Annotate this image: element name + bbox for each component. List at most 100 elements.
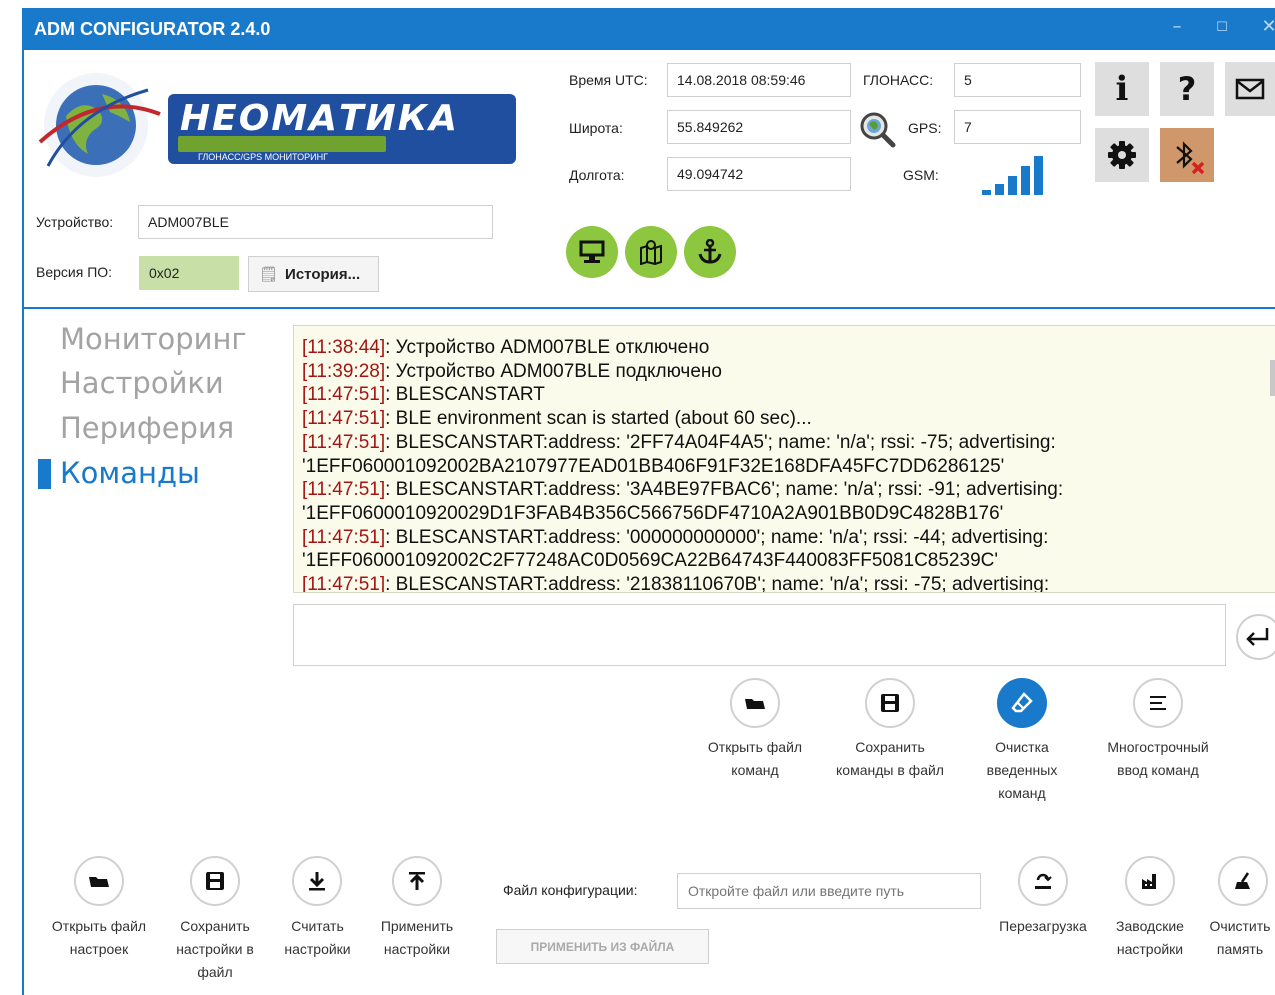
- bluetooth-disconnected-icon: [1176, 141, 1205, 175]
- latitude-field: 55.849262: [667, 110, 851, 144]
- gps-field: 7: [954, 110, 1081, 144]
- multiline-icon: [1150, 696, 1166, 710]
- open-settings-file-button[interactable]: [74, 856, 124, 906]
- nav-settings[interactable]: Настройки: [60, 366, 224, 400]
- title-bar: ADM CONFIGURATOR 2.4.0 – ☐ ✕: [22, 8, 1275, 50]
- factory-reset-button[interactable]: [1125, 856, 1175, 906]
- utc-label: Время UTC:: [569, 72, 648, 88]
- history-button-label: История...: [285, 265, 361, 283]
- header-separator: [24, 307, 1275, 309]
- read-settings-button[interactable]: [292, 856, 342, 906]
- floppy-disk-icon: [206, 872, 224, 890]
- log-line: [11:47:51]: BLESCANSTART:address: '21838…: [302, 574, 1050, 593]
- command-input[interactable]: [293, 604, 1226, 666]
- save-settings-file-button[interactable]: [190, 856, 240, 906]
- document-icon: 🗒: [259, 265, 279, 283]
- apply-settings-label: Применить настройки: [380, 918, 454, 957]
- device-label: Устройство:: [36, 214, 114, 230]
- anchor-button[interactable]: [684, 226, 736, 278]
- reboot-button[interactable]: [1018, 856, 1068, 906]
- log-line: [11:47:51]: BLESCANSTART: [302, 384, 545, 406]
- info-button[interactable]: i: [1095, 62, 1149, 116]
- latitude-label: Широта:: [569, 120, 623, 136]
- glonass-field: 5: [954, 63, 1081, 97]
- apply-settings-button[interactable]: [392, 856, 442, 906]
- longitude-label: Долгота:: [569, 167, 625, 183]
- minimize-button[interactable]: –: [1162, 16, 1192, 37]
- clear-memory-label: Очистить память: [1209, 918, 1271, 957]
- save-settings-file-label: Сохранить настройки в файл: [176, 918, 254, 980]
- map-icon: [640, 240, 662, 265]
- logo-brand: НЕОМАТИКА: [180, 98, 459, 139]
- gsm-label: GSM:: [903, 167, 939, 183]
- longitude-field: 49.094742: [667, 157, 851, 191]
- window-title: ADM CONFIGURATOR 2.4.0: [34, 19, 271, 39]
- nav-commands[interactable]: Команды: [60, 456, 200, 490]
- reboot-icon: [1035, 873, 1052, 889]
- open-commands-file-label: Открыть файл команд: [707, 739, 803, 778]
- enter-icon: [1246, 628, 1269, 646]
- utc-field: 14.08.2018 08:59:46: [667, 63, 851, 97]
- console-log[interactable]: [11:38:44]: Устройство ADM007BLE отключе…: [293, 325, 1275, 593]
- nav-monitoring[interactable]: Мониторинг: [60, 322, 247, 356]
- config-file-input[interactable]: [677, 873, 981, 909]
- map-button[interactable]: [625, 226, 677, 278]
- upload-icon: [409, 872, 425, 890]
- open-commands-file-button[interactable]: [730, 678, 780, 728]
- apply-from-file-button[interactable]: ПРИМЕНИТЬ ИЗ ФАЙЛА: [496, 929, 709, 964]
- mail-icon: [1235, 78, 1265, 100]
- gear-icon: [1108, 141, 1136, 169]
- download-icon: [309, 872, 325, 891]
- neomatika-logo: НЕОМАТИКА ГЛОНАСС/GPS МОНИТОРИНГ: [38, 70, 518, 180]
- map-search-icon[interactable]: [857, 109, 897, 153]
- clear-commands-button[interactable]: [997, 678, 1047, 728]
- logo-tagline: ГЛОНАСС/GPS МОНИТОРИНГ: [198, 152, 328, 162]
- eraser-icon: [1011, 692, 1033, 713]
- log-line: [11:47:51]: BLESCANSTART:address: '2FF74…: [302, 431, 1056, 453]
- broom-icon: [1235, 872, 1250, 889]
- log-line: '1EFF060001092002C2F77248AC0D0569CA22B64…: [302, 550, 998, 572]
- nav-active-indicator: [38, 459, 51, 489]
- send-command-button[interactable]: [1236, 614, 1275, 660]
- firmware-label: Версия ПО:: [36, 264, 113, 280]
- config-file-label: Файл конфигурации:: [503, 882, 638, 898]
- device-field[interactable]: ADM007BLE: [138, 205, 493, 239]
- log-line: [11:39:28]: Устройство ADM007BLE подключ…: [302, 360, 722, 382]
- log-line: '1EFF060001092002BA2107977EAD01BB406F91F…: [302, 455, 1005, 477]
- factory-icon: [1142, 874, 1156, 889]
- multiline-input-button[interactable]: [1133, 678, 1183, 728]
- gsm-signal-icon: [982, 154, 1054, 200]
- open-settings-file-label: Открыть файл настроек: [51, 918, 147, 957]
- log-line: [11:47:51]: BLE environment scan is star…: [302, 408, 812, 430]
- anchor-icon: [698, 239, 722, 264]
- log-line: [11:47:51]: BLESCANSTART:address: '00000…: [302, 526, 1049, 548]
- settings-button[interactable]: [1095, 128, 1149, 182]
- history-button[interactable]: 🗒 История...: [248, 256, 379, 292]
- gps-label: GPS:: [908, 120, 942, 136]
- factory-reset-label: Заводские настройки: [1116, 918, 1184, 957]
- reboot-label: Перезагрузка: [999, 918, 1087, 934]
- floppy-disk-icon: [881, 694, 899, 712]
- help-icon: ?: [1177, 70, 1197, 108]
- console-scrollbar[interactable]: [1270, 360, 1275, 396]
- bluetooth-button[interactable]: [1160, 128, 1214, 182]
- log-line: [11:38:44]: Устройство ADM007BLE отключе…: [302, 337, 710, 358]
- monitor-icon: [579, 240, 605, 263]
- read-settings-label: Считать настройки: [284, 918, 351, 957]
- multiline-input-label: Многострочный ввод команд: [1107, 739, 1209, 778]
- log-line: '1EFF0600010920029D1F3FAB4B356C566756DF4…: [302, 502, 1004, 524]
- clear-memory-button[interactable]: [1218, 856, 1268, 906]
- mail-button[interactable]: [1225, 62, 1275, 116]
- firmware-field: 0x02: [139, 256, 239, 290]
- log-line: [11:47:51]: BLESCANSTART:address: '3A4BE…: [302, 479, 1064, 501]
- folder-open-icon: [745, 699, 765, 709]
- save-commands-file-button[interactable]: [865, 678, 915, 728]
- maximize-button[interactable]: ☐: [1207, 20, 1237, 35]
- close-button[interactable]: ✕: [1254, 16, 1275, 37]
- info-icon: i: [1115, 69, 1129, 109]
- monitor-connect-button[interactable]: [566, 226, 618, 278]
- glonass-label: ГЛОНАСС:: [863, 72, 934, 88]
- help-button[interactable]: ?: [1160, 62, 1214, 116]
- folder-open-icon: [89, 877, 109, 887]
- nav-peripherals[interactable]: Периферия: [60, 411, 234, 445]
